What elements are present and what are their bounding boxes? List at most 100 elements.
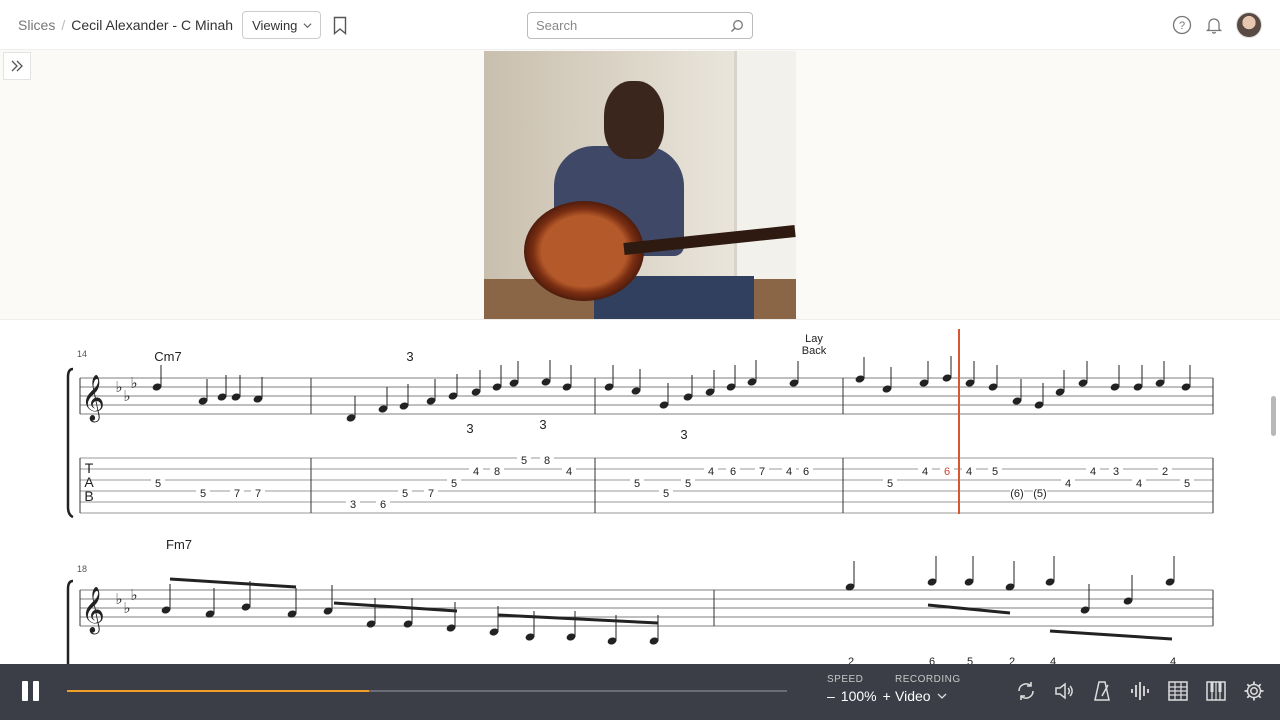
expand-sidebar-button[interactable]	[3, 52, 31, 80]
tab-number: 5	[634, 478, 640, 490]
tab-number: 5	[402, 488, 408, 500]
tab-number: 4	[966, 466, 972, 478]
tab-number: 8	[494, 466, 500, 478]
system-bracket	[66, 367, 74, 519]
player-bar: SPEED – 100% + RECORDING Video	[0, 664, 1280, 720]
pause-bar-right	[33, 681, 39, 701]
tab-number: 7	[234, 488, 240, 500]
tab-number: 6	[929, 656, 935, 664]
score-scrollbar[interactable]	[1271, 396, 1276, 436]
tab-number: 7	[759, 466, 765, 478]
measure-number: 18	[77, 564, 87, 574]
tab-number: 4	[1136, 478, 1142, 490]
avatar[interactable]	[1236, 12, 1262, 38]
progress-bar[interactable]	[67, 690, 787, 692]
triplet-mark: 3	[539, 417, 546, 432]
mode-dropdown[interactable]: Viewing	[242, 11, 322, 39]
svg-text:?: ?	[1179, 20, 1185, 32]
video-frame-door	[734, 51, 796, 281]
volume-icon	[1054, 681, 1073, 700]
video-panel	[0, 50, 1280, 320]
treble-clef: 𝄞	[81, 587, 105, 635]
annotation-text: Back	[802, 345, 827, 357]
loop-icon	[1017, 681, 1034, 700]
system-bracket	[66, 579, 74, 664]
progress-fill	[67, 690, 370, 692]
tab-number: 4	[708, 466, 714, 478]
tab-number: 4	[1050, 656, 1056, 664]
speed-value: 100%	[840, 688, 877, 704]
tab-letter: B	[84, 488, 93, 504]
measure-number: 14	[77, 349, 87, 359]
tab-number: 4	[1170, 656, 1176, 664]
key-flat: ♭	[115, 379, 122, 396]
tab-number: 5	[685, 478, 691, 490]
video-player[interactable]	[484, 51, 796, 319]
chord-symbol: Cm7	[154, 349, 181, 364]
tab-number: 2	[848, 656, 854, 664]
triplet-mark: 3	[406, 349, 413, 364]
bookmark-icon[interactable]	[333, 16, 347, 35]
tab-number: 5	[663, 488, 669, 500]
breadcrumb-separator: /	[61, 17, 66, 33]
waveform-icon	[1130, 681, 1149, 700]
speed-label: SPEED	[827, 674, 864, 685]
piano-button[interactable]	[1203, 678, 1228, 703]
tab-number: 5	[887, 478, 893, 490]
triplet-mark: 3	[466, 421, 473, 436]
tab-view-button[interactable]	[1165, 678, 1190, 703]
settings-icon	[1244, 681, 1263, 700]
score-canvas: 𝄞 ♭♭♭TAB14 Cm7LayBack33 3355 7 73 65 754 85 84555…	[66, 329, 1214, 664]
volume-button[interactable]	[1051, 678, 1076, 703]
recording-value: Video	[895, 688, 931, 704]
waveform-button[interactable]	[1127, 678, 1152, 703]
page-title: Cecil Alexander - C Minah	[71, 17, 234, 33]
tab-number: (5)	[1033, 488, 1046, 500]
settings-button[interactable]	[1241, 678, 1266, 703]
recording-dropdown[interactable]: Video	[895, 688, 961, 704]
tab-number: 4	[1090, 466, 1096, 478]
mode-dropdown-label: Viewing	[252, 17, 298, 33]
help-icon[interactable]: ?	[1172, 15, 1192, 35]
search-placeholder: Search	[536, 18, 578, 33]
tab-number: 4	[473, 466, 479, 478]
pause-button[interactable]	[22, 681, 44, 703]
tab-number: 4	[1065, 478, 1071, 490]
tab-number: 5	[992, 466, 998, 478]
loop-button[interactable]	[1013, 678, 1038, 703]
expand-icon	[11, 60, 23, 72]
tab-number: (6)	[1010, 488, 1023, 500]
tab-number: 4	[922, 466, 928, 478]
annotation-text: Lay	[805, 333, 823, 345]
treble-clef: 𝄞	[81, 375, 105, 423]
speed-increase-button[interactable]: +	[883, 688, 891, 704]
search-icon[interactable]	[730, 19, 744, 33]
tab-number: 3	[350, 499, 356, 511]
tab-number: 8	[544, 455, 550, 467]
tab-number: 7	[428, 488, 434, 500]
pause-bar-left	[22, 681, 28, 701]
tab-number: 5	[521, 455, 527, 467]
tab-number: 6	[380, 499, 386, 511]
tab-number: 2	[1009, 656, 1015, 664]
tab-number: 4	[786, 466, 792, 478]
search-input[interactable]: Search	[527, 12, 753, 39]
beam	[333, 601, 458, 613]
video-frame-head	[604, 81, 664, 159]
breadcrumb-root-link[interactable]: Slices	[18, 17, 55, 33]
piano-icon	[1205, 680, 1226, 701]
speed-decrease-button[interactable]: –	[827, 688, 835, 704]
tab-number: 5	[155, 478, 161, 490]
chevron-down-icon	[937, 693, 947, 699]
bell-icon[interactable]	[1204, 15, 1224, 35]
chevron-down-icon	[303, 22, 312, 28]
metronome-icon	[1093, 680, 1110, 701]
player-tools	[1013, 678, 1266, 703]
metronome-button[interactable]	[1089, 678, 1114, 703]
tab-number: 5	[1184, 478, 1190, 490]
tab-number: 6	[944, 466, 950, 478]
tab-number: 5	[967, 656, 973, 664]
notation-score[interactable]: 𝄞 ♭ ♭ ♭ T A B 14 Cm7 Lay Back 3 3 3 3 5 5 7 7 3 6 5 7 5 4 8 5 8 4 5 5 5…	[0, 321, 1280, 664]
tab-number: 5	[200, 488, 206, 500]
chord-symbol: Fm7	[166, 537, 192, 552]
